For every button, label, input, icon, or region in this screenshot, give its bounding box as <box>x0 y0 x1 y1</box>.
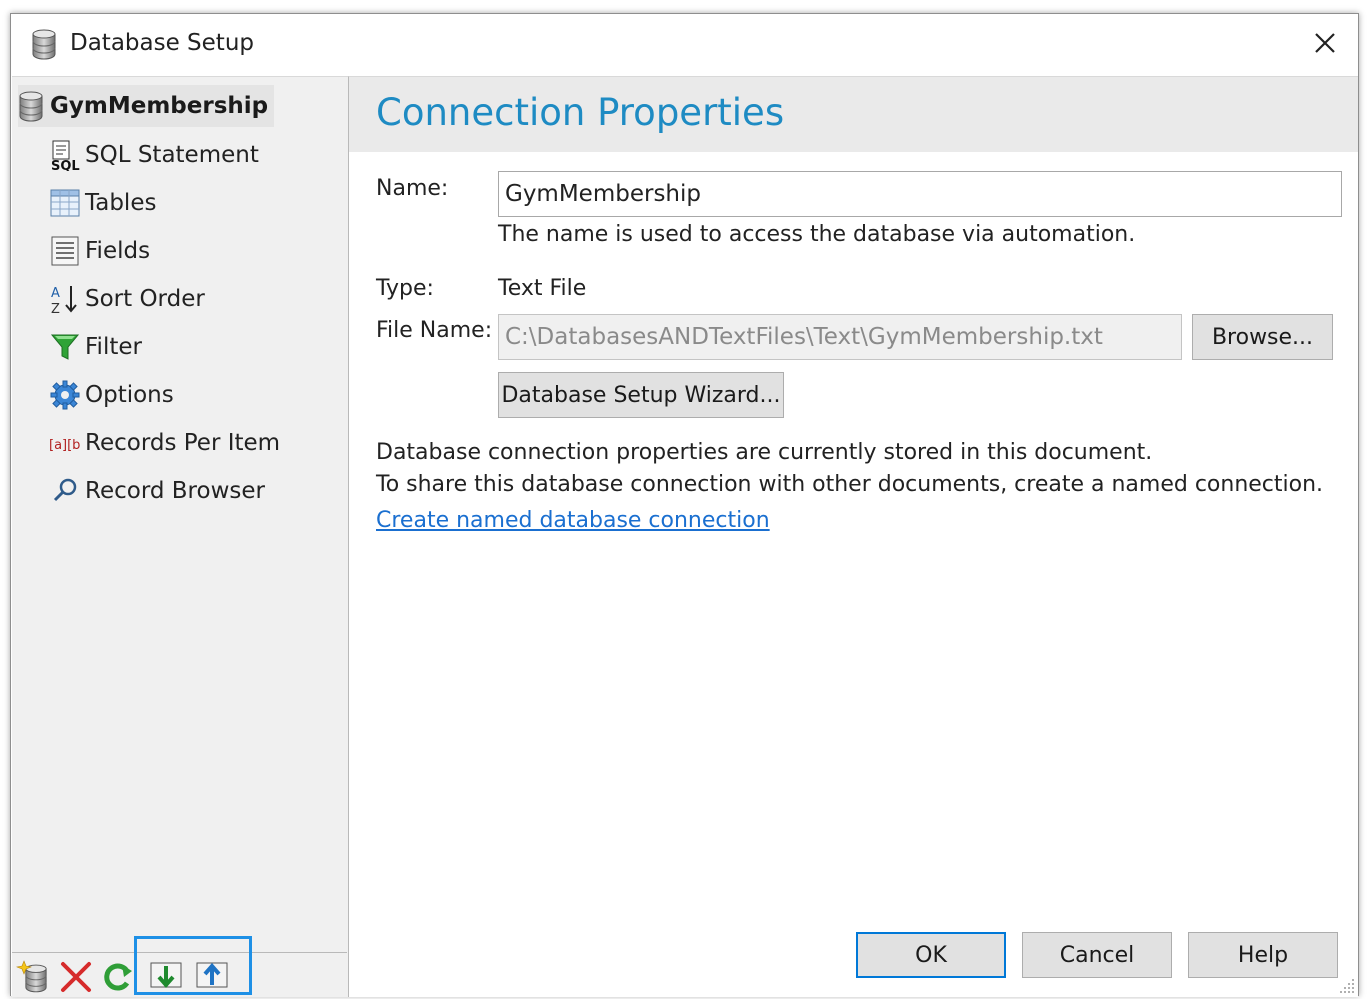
info-line-2: To share this database connection with o… <box>376 472 1324 497</box>
sidebar-item-label: Fields <box>85 238 151 264</box>
sidebar-item-options[interactable]: Options <box>49 375 174 415</box>
panel-header: Connection Properties <box>349 76 1358 152</box>
database-icon <box>31 28 57 60</box>
filter-funnel-icon <box>50 334 80 360</box>
refresh-button[interactable] <box>100 959 136 995</box>
records-per-item-icon: [a][b] <box>49 438 81 453</box>
svg-text:SQL: SQL <box>51 159 80 171</box>
file-name-label: File Name: <box>376 318 493 343</box>
export-button[interactable] <box>194 959 230 995</box>
name-hint: The name is used to access the database … <box>498 222 1136 247</box>
browse-button[interactable]: Browse... <box>1192 314 1333 360</box>
sidebar-item-record-browser[interactable]: Record Browser <box>49 471 265 511</box>
sidebar-item-fields[interactable]: Fields <box>49 231 150 271</box>
title-bar: Database Setup <box>11 14 1358 76</box>
import-arrow-down-icon <box>150 962 182 989</box>
name-field[interactable] <box>498 171 1342 217</box>
name-label: Name: <box>376 176 449 201</box>
table-icon <box>50 189 80 217</box>
tree-root-gymmembership[interactable]: GymMembership <box>18 85 275 127</box>
delete-button[interactable] <box>58 959 94 995</box>
window-title: Database Setup <box>70 30 254 56</box>
sidebar-bottom-toolbar <box>12 936 347 997</box>
database-icon <box>18 90 44 122</box>
type-label: Type: <box>376 276 434 301</box>
refresh-icon <box>104 963 132 991</box>
svg-text:Z: Z <box>51 302 60 315</box>
help-button[interactable]: Help <box>1188 932 1338 978</box>
magnifier-icon <box>53 478 77 502</box>
settings-tree-sidebar: GymMembership SQL SQL Statement Tables F… <box>12 76 349 997</box>
gear-icon <box>50 380 80 410</box>
svg-text:[a][b]: [a][b] <box>49 438 81 453</box>
info-line-1: Database connection properties are curre… <box>376 440 1153 465</box>
resize-grip-icon[interactable] <box>1336 975 1356 995</box>
type-value: Text File <box>498 276 587 301</box>
close-icon <box>1315 33 1335 53</box>
sort-az-icon: A Z <box>51 286 77 315</box>
sidebar-item-sort-order[interactable]: A Z Sort Order <box>49 279 205 319</box>
sidebar-item-label: Filter <box>85 334 142 360</box>
database-setup-wizard-button[interactable]: Database Setup Wizard... <box>498 372 784 418</box>
sidebar-item-filter[interactable]: Filter <box>49 327 142 367</box>
sidebar-item-label: SQL Statement <box>85 142 259 168</box>
tree-root-label: GymMembership <box>50 93 269 119</box>
file-name-field[interactable] <box>498 314 1182 360</box>
cancel-button[interactable]: Cancel <box>1022 932 1172 978</box>
import-button[interactable] <box>148 959 184 995</box>
page-title: Connection Properties <box>376 91 785 134</box>
database-setup-dialog: Database Setup GymMembership SQL SQL Sta… <box>10 13 1359 997</box>
svg-text:A: A <box>51 286 60 301</box>
sidebar-item-sql-statement[interactable]: SQL SQL Statement <box>49 135 259 175</box>
delete-x-icon <box>61 962 91 992</box>
new-database-icon <box>15 960 47 993</box>
sidebar-item-records-per-item[interactable]: [a][b] Records Per Item <box>49 423 280 463</box>
fields-icon <box>51 236 79 266</box>
new-database-button[interactable] <box>15 959 52 995</box>
connection-properties-panel: Connection Properties Name: The name is … <box>349 76 1358 997</box>
sidebar-item-label: Record Browser <box>85 478 265 504</box>
export-arrow-up-icon <box>196 962 228 988</box>
sql-icon: SQL <box>51 140 80 171</box>
sidebar-item-label: Options <box>85 382 174 408</box>
sidebar-item-label: Sort Order <box>85 286 205 312</box>
close-button[interactable] <box>1308 26 1342 60</box>
sidebar-item-label: Tables <box>85 190 157 216</box>
sidebar-item-label: Records Per Item <box>85 430 281 456</box>
create-named-connection-link[interactable]: Create named database connection <box>376 508 770 533</box>
ok-button[interactable]: OK <box>856 932 1006 978</box>
sidebar-item-tables[interactable]: Tables <box>49 183 156 223</box>
